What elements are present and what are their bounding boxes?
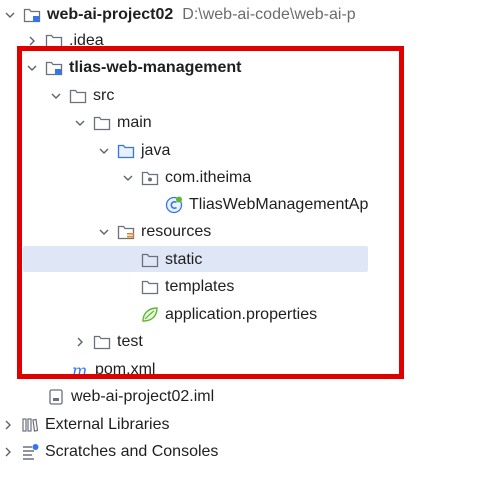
tree-label: web-ai-project02: [47, 5, 174, 23]
chevron-right-icon[interactable]: [2, 418, 14, 432]
tree-row-scratches[interactable]: Scratches and Consoles: [2, 438, 218, 465]
module-folder-icon: [44, 58, 64, 78]
tree-label: Scratches and Consoles: [45, 442, 219, 460]
tree-label: resources: [141, 222, 212, 240]
tree-label: main: [117, 113, 152, 131]
chevron-right-icon[interactable]: [26, 34, 38, 48]
folder-icon: [68, 86, 88, 106]
tree-row-templates[interactable]: templates: [140, 273, 234, 300]
resources-root-folder-icon: [116, 222, 136, 242]
tree-label: com.itheima: [165, 168, 252, 186]
maven-icon: m: [70, 360, 90, 380]
tree-row-project-root[interactable]: web-ai-project02 D:\web-ai-code\web-ai-p: [4, 1, 356, 28]
chevron-down-icon[interactable]: [98, 225, 110, 239]
chevron-down-icon[interactable]: [26, 61, 38, 75]
tree-row-static[interactable]: static: [140, 246, 202, 273]
tree-label: application.properties: [165, 305, 318, 323]
tree-row-iml[interactable]: web-ai-project02.iml: [46, 383, 214, 410]
chevron-right-icon[interactable]: [2, 445, 14, 459]
tree-row-src[interactable]: src: [50, 82, 114, 109]
tree-label: web-ai-project02.iml: [71, 387, 215, 405]
folder-icon: [44, 31, 64, 51]
folder-icon: [140, 250, 160, 270]
tree-label: TliasWebManagementAp: [189, 195, 369, 213]
project-tool-window: web-ai-project02 D:\web-ai-code\web-ai-p…: [0, 0, 478, 479]
tree-row-external-libraries[interactable]: External Libraries: [2, 411, 170, 438]
chevron-down-icon[interactable]: [122, 171, 134, 185]
tree-row-java[interactable]: java: [98, 137, 170, 164]
tree-row-module[interactable]: tlias-web-management: [26, 54, 241, 81]
tree-label: java: [141, 141, 171, 159]
tree-row-test[interactable]: test: [74, 328, 143, 355]
tree-label: External Libraries: [45, 415, 170, 433]
chevron-down-icon[interactable]: [4, 8, 16, 22]
tree-label: .idea: [69, 31, 104, 49]
chevron-down-icon[interactable]: [98, 144, 110, 158]
tree-label: test: [117, 332, 143, 350]
libraries-icon: [20, 415, 40, 435]
tree-row-idea[interactable]: .idea: [26, 27, 104, 54]
tree-label: tlias-web-management: [69, 58, 242, 76]
package-icon: [140, 168, 160, 188]
tree-label: templates: [165, 277, 235, 295]
tree-row-app-class[interactable]: TliasWebManagementAp: [164, 191, 368, 218]
iml-file-icon: [46, 387, 66, 407]
folder-icon: [92, 113, 112, 133]
chevron-down-icon[interactable]: [50, 89, 62, 103]
tree-label: pom.xml: [95, 360, 156, 378]
project-path: D:\web-ai-code\web-ai-p: [182, 5, 356, 23]
scratches-icon: [20, 442, 40, 462]
folder-icon: [140, 277, 160, 297]
spring-properties-icon: [140, 305, 160, 325]
module-folder-icon: [22, 5, 42, 25]
source-root-folder-icon: [116, 141, 136, 161]
tree-row-app-properties[interactable]: application.properties: [140, 301, 317, 328]
chevron-right-icon[interactable]: [74, 335, 86, 349]
tree-label: src: [93, 86, 115, 104]
spring-boot-class-icon: [164, 195, 184, 215]
tree-label: static: [165, 250, 203, 268]
folder-icon: [92, 332, 112, 352]
chevron-down-icon[interactable]: [74, 116, 86, 130]
tree-row-main[interactable]: main: [74, 109, 152, 136]
tree-row-resources[interactable]: resources: [98, 218, 211, 245]
tree-row-pom[interactable]: m pom.xml: [70, 356, 155, 383]
tree-row-package[interactable]: com.itheima: [122, 164, 251, 191]
svg-text:m: m: [72, 361, 87, 380]
